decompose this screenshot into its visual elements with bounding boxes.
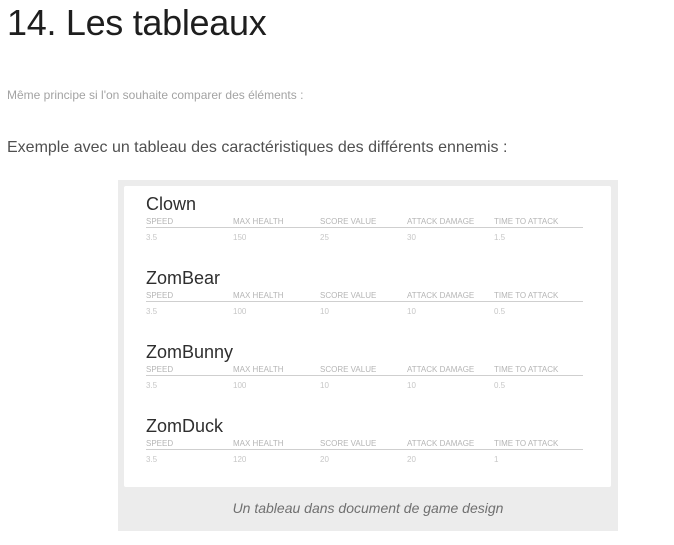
value-time-to-attack: 1.5 bbox=[494, 233, 506, 242]
intro-text: Même principe si l'on souhaite comparer … bbox=[7, 88, 304, 102]
value-time-to-attack: 0.5 bbox=[494, 307, 506, 316]
value-speed: 3.5 bbox=[146, 307, 158, 316]
col-header-max-health: MAX HEALTH bbox=[233, 291, 284, 300]
value-attack-damage: 20 bbox=[407, 455, 416, 464]
col-header-score-value: SCORE VALUE bbox=[320, 217, 377, 226]
enemy-name: ZomBunny bbox=[146, 342, 234, 362]
value-attack-damage: 30 bbox=[407, 233, 416, 242]
value-row: 3.5 100 10 10 0.5 bbox=[146, 380, 583, 392]
col-header-time-to-attack: TIME TO ATTACK bbox=[494, 439, 559, 448]
value-time-to-attack: 1 bbox=[494, 455, 499, 464]
value-score-value: 10 bbox=[320, 381, 329, 390]
col-header-score-value: SCORE VALUE bbox=[320, 439, 377, 448]
value-row: 3.5 100 10 10 0.5 bbox=[146, 306, 583, 318]
col-header-attack-damage: ATTACK DAMAGE bbox=[407, 365, 475, 374]
col-header-speed: SPEED bbox=[146, 439, 174, 448]
value-score-value: 25 bbox=[320, 233, 329, 242]
value-attack-damage: 10 bbox=[407, 307, 416, 316]
value-max-health: 150 bbox=[233, 233, 247, 242]
value-max-health: 100 bbox=[233, 307, 247, 316]
enemy-table-card: Clown SPEED MAX HEALTH SCORE VALUE ATTAC… bbox=[124, 186, 611, 487]
divider bbox=[146, 227, 583, 228]
value-row: 3.5 120 20 20 1 bbox=[146, 454, 583, 466]
example-text: Exemple avec un tableau des caractéristi… bbox=[7, 139, 508, 156]
enemy-name: Clown bbox=[146, 194, 197, 214]
page-title: 14. Les tableaux bbox=[7, 2, 267, 43]
col-header-time-to-attack: TIME TO ATTACK bbox=[494, 365, 559, 374]
enemy-name: ZomDuck bbox=[146, 416, 224, 436]
enemy-name: ZomBear bbox=[146, 268, 221, 288]
header-row: SPEED MAX HEALTH SCORE VALUE ATTACK DAMA… bbox=[146, 216, 583, 227]
header-row: SPEED MAX HEALTH SCORE VALUE ATTACK DAMA… bbox=[146, 290, 583, 301]
value-speed: 3.5 bbox=[146, 381, 158, 390]
col-header-max-health: MAX HEALTH bbox=[233, 439, 284, 448]
value-max-health: 100 bbox=[233, 381, 247, 390]
figure: Clown SPEED MAX HEALTH SCORE VALUE ATTAC… bbox=[118, 180, 618, 531]
divider bbox=[146, 375, 583, 376]
value-speed: 3.5 bbox=[146, 455, 158, 464]
divider bbox=[146, 449, 583, 450]
value-max-health: 120 bbox=[233, 455, 247, 464]
col-header-speed: SPEED bbox=[146, 217, 174, 226]
value-score-value: 20 bbox=[320, 455, 329, 464]
value-row: 3.5 150 25 30 1.5 bbox=[146, 232, 583, 244]
col-header-attack-damage: ATTACK DAMAGE bbox=[407, 291, 475, 300]
col-header-attack-damage: ATTACK DAMAGE bbox=[407, 217, 475, 226]
value-speed: 3.5 bbox=[146, 233, 158, 242]
header-row: SPEED MAX HEALTH SCORE VALUE ATTACK DAMA… bbox=[146, 364, 583, 375]
enemy-block-clown: Clown SPEED MAX HEALTH SCORE VALUE ATTAC… bbox=[146, 194, 583, 244]
col-header-time-to-attack: TIME TO ATTACK bbox=[494, 217, 559, 226]
col-header-score-value: SCORE VALUE bbox=[320, 291, 377, 300]
figure-caption: Un tableau dans document de game design bbox=[232, 500, 504, 516]
value-score-value: 10 bbox=[320, 307, 329, 316]
col-header-time-to-attack: TIME TO ATTACK bbox=[494, 291, 559, 300]
value-time-to-attack: 0.5 bbox=[494, 381, 506, 390]
col-header-max-health: MAX HEALTH bbox=[233, 365, 284, 374]
header-row: SPEED MAX HEALTH SCORE VALUE ATTACK DAMA… bbox=[146, 438, 583, 449]
col-header-speed: SPEED bbox=[146, 291, 174, 300]
col-header-attack-damage: ATTACK DAMAGE bbox=[407, 439, 475, 448]
enemy-block-zombear: ZomBear SPEED MAX HEALTH SCORE VALUE ATT… bbox=[146, 268, 583, 318]
col-header-max-health: MAX HEALTH bbox=[233, 217, 284, 226]
enemy-block-zombunny: ZomBunny SPEED MAX HEALTH SCORE VALUE AT… bbox=[146, 342, 583, 392]
value-attack-damage: 10 bbox=[407, 381, 416, 390]
col-header-speed: SPEED bbox=[146, 365, 174, 374]
divider bbox=[146, 301, 583, 302]
col-header-score-value: SCORE VALUE bbox=[320, 365, 377, 374]
enemy-block-zomduck: ZomDuck SPEED MAX HEALTH SCORE VALUE ATT… bbox=[146, 416, 583, 466]
